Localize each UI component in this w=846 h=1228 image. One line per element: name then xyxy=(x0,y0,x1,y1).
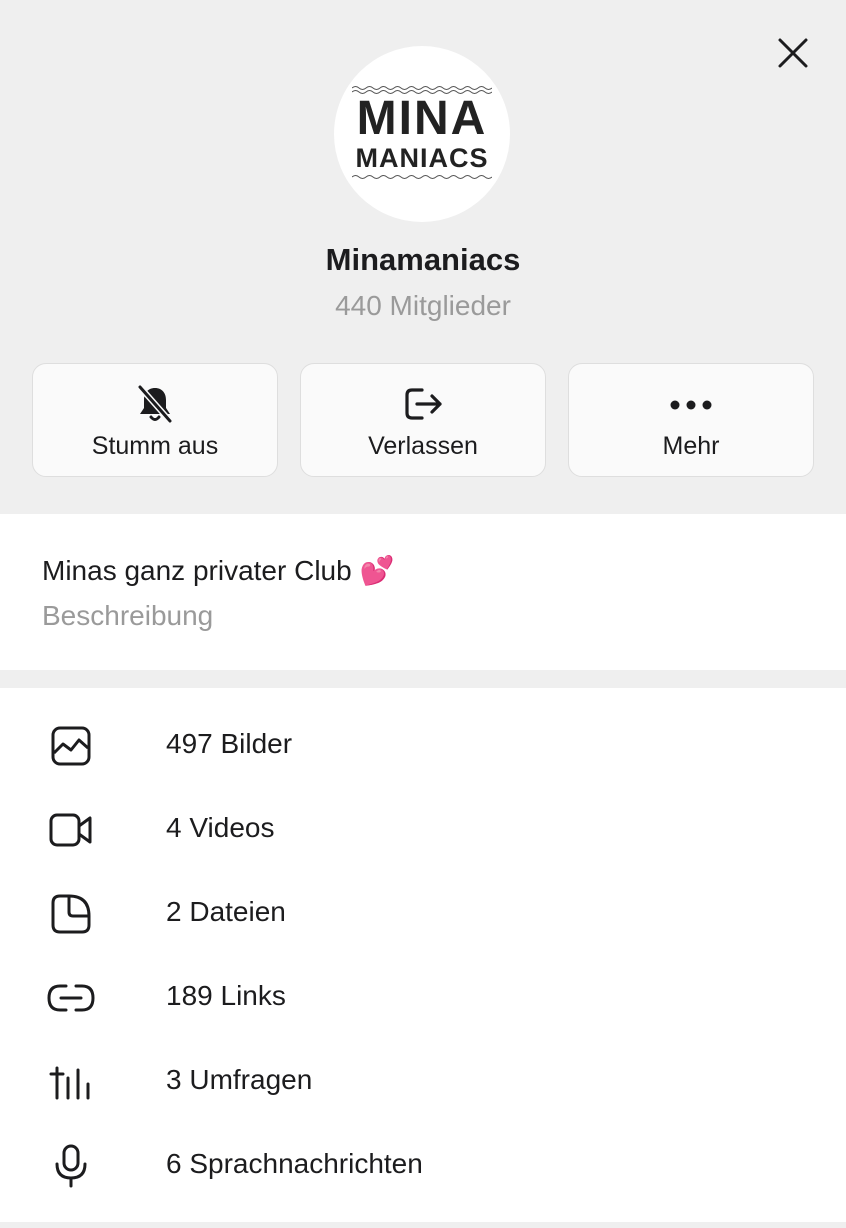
group-name: Minamaniacs xyxy=(325,242,521,277)
video-icon xyxy=(49,813,92,847)
media-item-files[interactable]: 2 Dateien xyxy=(0,872,846,956)
section-divider xyxy=(0,670,846,688)
media-item-label: 6 Sprachnachrichten xyxy=(166,1148,423,1179)
logo-text-maniacs: MANIACS xyxy=(355,143,489,173)
media-item-polls[interactable]: 3 Umfragen xyxy=(0,1040,846,1124)
close-icon xyxy=(778,38,808,68)
file-icon xyxy=(51,894,91,934)
microphone-icon xyxy=(55,1144,87,1188)
leave-label: Verlassen xyxy=(368,432,478,460)
group-avatar[interactable]: MINA MANIACS xyxy=(334,46,510,222)
description-section: Minas ganz privater Club 💕 Beschreibung xyxy=(0,514,846,670)
media-item-voice-messages[interactable]: 6 Sprachnachrichten xyxy=(0,1124,846,1208)
member-count[interactable]: 440 Mitglieder xyxy=(0,290,846,322)
bottom-divider xyxy=(0,1222,846,1228)
media-item-label: 3 Umfragen xyxy=(166,1064,313,1095)
bell-off-icon xyxy=(137,384,173,424)
logo-text-mina: MINA xyxy=(356,92,488,145)
media-item-label: 2 Dateien xyxy=(166,896,286,927)
media-item-label: 497 Bilder xyxy=(166,728,293,759)
link-icon xyxy=(47,984,95,1012)
close-button[interactable] xyxy=(770,30,816,76)
group-info-panel: MINA MANIACS Minamaniacs 440 Mitglieder … xyxy=(0,0,846,1228)
description-label: Beschreibung xyxy=(42,600,214,631)
leave-button[interactable]: Verlassen xyxy=(300,363,546,477)
unmute-button[interactable]: Stumm aus xyxy=(32,363,278,477)
more-button[interactable]: Mehr xyxy=(568,363,814,477)
media-item-links[interactable]: 189 Links xyxy=(0,956,846,1040)
more-icon xyxy=(670,400,712,410)
media-item-label: 4 Videos xyxy=(166,812,275,843)
description-text: Minas ganz privater Club 💕 xyxy=(42,555,395,586)
group-header: MINA MANIACS Minamaniacs 440 Mitglieder … xyxy=(0,0,846,514)
image-icon xyxy=(51,726,91,766)
media-item-label: 189 Links xyxy=(166,980,286,1011)
poll-icon xyxy=(49,1066,90,1100)
more-label: Mehr xyxy=(662,432,720,460)
unmute-label: Stumm aus xyxy=(91,432,219,460)
media-item-videos[interactable]: 4 Videos xyxy=(0,788,846,872)
leave-icon xyxy=(405,388,442,420)
media-item-images[interactable]: 497 Bilder xyxy=(0,704,846,788)
logo-wave-bottom xyxy=(352,175,492,179)
